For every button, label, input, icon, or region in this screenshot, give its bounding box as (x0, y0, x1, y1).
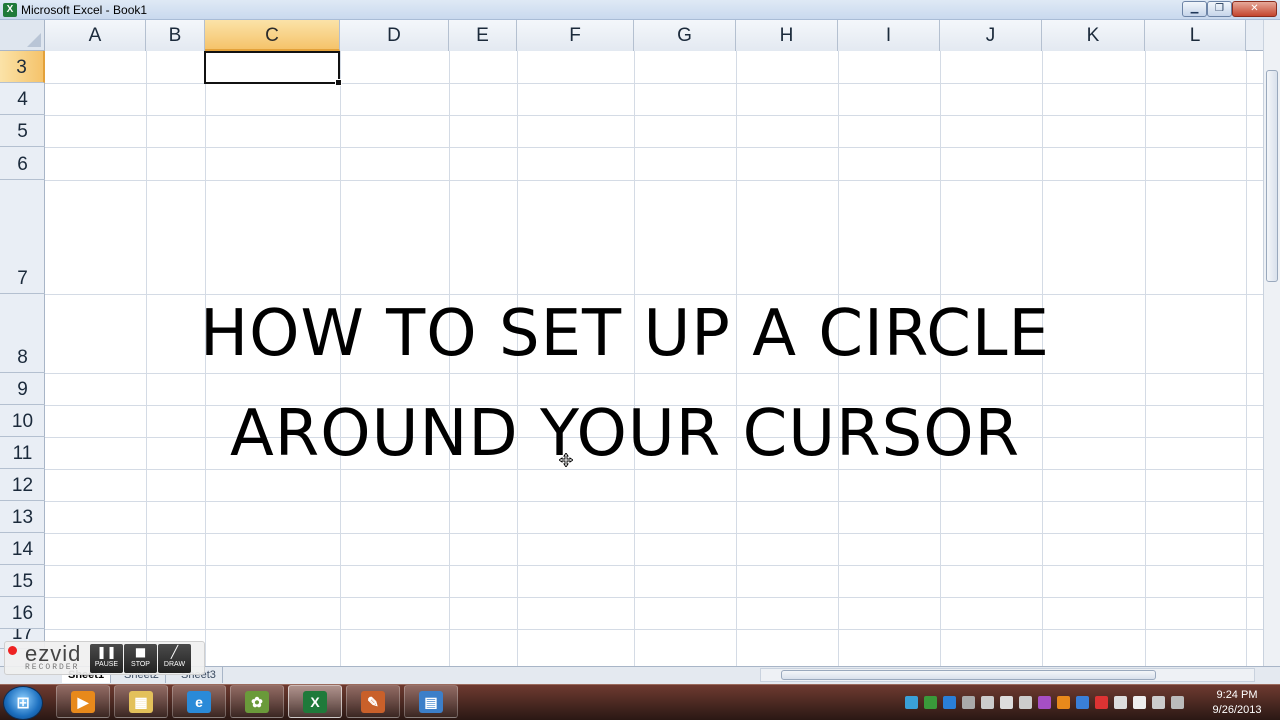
column-header-e[interactable]: E (449, 20, 517, 51)
column-header-i[interactable]: I (838, 20, 940, 51)
horizontal-scroll-thumb[interactable] (781, 670, 1156, 680)
tray-icon[interactable] (1076, 696, 1089, 709)
start-button[interactable]: ⊞ (3, 686, 43, 720)
column-header-k[interactable]: K (1042, 20, 1145, 51)
pause-icon: ❚❚ (96, 645, 117, 659)
control-panel-icon: ▤ (419, 691, 443, 713)
system-tray (905, 690, 1205, 714)
row-header-15[interactable]: 15 (0, 565, 45, 597)
tray-icon[interactable] (962, 696, 975, 709)
pen-icon: ╱ (170, 645, 179, 659)
ezvid-logo: ezvid (25, 641, 82, 666)
stop-label: STOP (131, 661, 150, 668)
column-header-b[interactable]: B (146, 20, 205, 51)
stop-button[interactable]: ■ STOP (124, 644, 157, 673)
draw-label: DRAW (163, 661, 186, 668)
row-header-6[interactable]: 6 (0, 147, 45, 180)
row-header-5[interactable]: 5 (0, 115, 45, 147)
row-header-13[interactable]: 13 (0, 501, 45, 533)
minimize-icon: ▁ (1190, 3, 1199, 14)
minimize-button[interactable]: ▁ (1182, 1, 1207, 17)
row-header-7[interactable]: 7 (0, 180, 45, 294)
vertical-scroll-thumb[interactable] (1266, 70, 1278, 282)
video-title-overlay: HOW TO SET UP A CIRCLE AROUND YOUR CURSO… (0, 284, 1250, 484)
active-cell-c3[interactable] (204, 51, 342, 86)
draw-button[interactable]: ╱ DRAW (158, 644, 191, 673)
tray-icon[interactable] (1133, 696, 1146, 709)
taskbar-control-panel[interactable]: ▤ (404, 685, 458, 718)
tray-icon[interactable] (1114, 696, 1127, 709)
column-header-j[interactable]: J (940, 20, 1042, 51)
taskbar-paint-tool[interactable]: ✎ (346, 685, 400, 718)
title-bar: X Microsoft Excel - Book1 ▁ ❐ ✕ (0, 0, 1280, 20)
tray-icon[interactable] (905, 696, 918, 709)
tray-icon[interactable] (1000, 696, 1013, 709)
taskbar-internet-explorer[interactable]: e (172, 685, 226, 718)
windows-logo-icon: ⊞ (16, 693, 30, 712)
tray-icon[interactable] (943, 696, 956, 709)
excel-icon: X (303, 691, 327, 713)
row-header-3[interactable]: 3 (0, 51, 45, 83)
tray-icon[interactable] (1152, 696, 1165, 709)
column-header-d[interactable]: D (340, 20, 449, 51)
stop-icon: ■ (134, 645, 147, 659)
overlay-line-1: HOW TO SET UP A CIRCLE (200, 297, 1050, 371)
column-header-l[interactable]: L (1145, 20, 1246, 51)
explorer-icon: ▦ (129, 691, 153, 713)
row-header-16[interactable]: 16 (0, 597, 45, 629)
horizontal-scrollbar[interactable] (760, 668, 1255, 682)
tray-icon[interactable] (924, 696, 937, 709)
tray-icon[interactable] (1057, 696, 1070, 709)
row-header-4[interactable]: 4 (0, 83, 45, 115)
record-indicator-icon (8, 646, 17, 655)
pause-label: PAUSE (94, 661, 119, 668)
people-icon: ✿ (245, 691, 269, 713)
tray-icon[interactable] (1019, 696, 1032, 709)
paint-tool-icon: ✎ (361, 691, 385, 713)
column-header-h[interactable]: H (736, 20, 838, 51)
ezvid-subtitle: RECORDER (25, 663, 80, 672)
taskbar-people[interactable]: ✿ (230, 685, 284, 718)
move-cursor-icon (559, 453, 573, 467)
tray-icon[interactable] (1038, 696, 1051, 709)
overlay-line-2: AROUND YOUR CURSOR (229, 397, 1021, 471)
column-header-g[interactable]: G (634, 20, 736, 51)
clock-date[interactable]: 9/26/2013 (1198, 703, 1276, 717)
tray-icon[interactable] (1095, 696, 1108, 709)
column-header-c[interactable]: C (205, 20, 340, 51)
pause-button[interactable]: ❚❚ PAUSE (90, 644, 123, 673)
tray-icon[interactable] (1171, 696, 1184, 709)
window-title: Microsoft Excel - Book1 (21, 3, 148, 17)
column-header-a[interactable]: A (45, 20, 146, 51)
ezvid-recorder-widget: ezvid RECORDER ❚❚ PAUSE ■ STOP ╱ DRAW (4, 641, 205, 675)
tray-icon[interactable] (981, 696, 994, 709)
clock-time[interactable]: 9:24 PM (1198, 688, 1276, 702)
close-icon: ✕ (1250, 3, 1259, 14)
excel-app-icon[interactable]: X (3, 3, 17, 17)
close-button[interactable]: ✕ (1232, 1, 1277, 17)
media-player-icon: ▶ (71, 691, 95, 713)
maximize-button[interactable]: ❐ (1207, 1, 1232, 17)
taskbar-excel[interactable]: X (288, 685, 342, 718)
row-header-14[interactable]: 14 (0, 533, 45, 565)
vertical-scrollbar[interactable] (1263, 20, 1280, 666)
select-all-button[interactable] (0, 20, 45, 51)
column-header-f[interactable]: F (517, 20, 634, 51)
taskbar-media-player[interactable]: ▶ (56, 685, 110, 718)
restore-icon: ❐ (1215, 3, 1224, 14)
taskbar-explorer[interactable]: ▦ (114, 685, 168, 718)
internet-explorer-icon: e (187, 691, 211, 713)
